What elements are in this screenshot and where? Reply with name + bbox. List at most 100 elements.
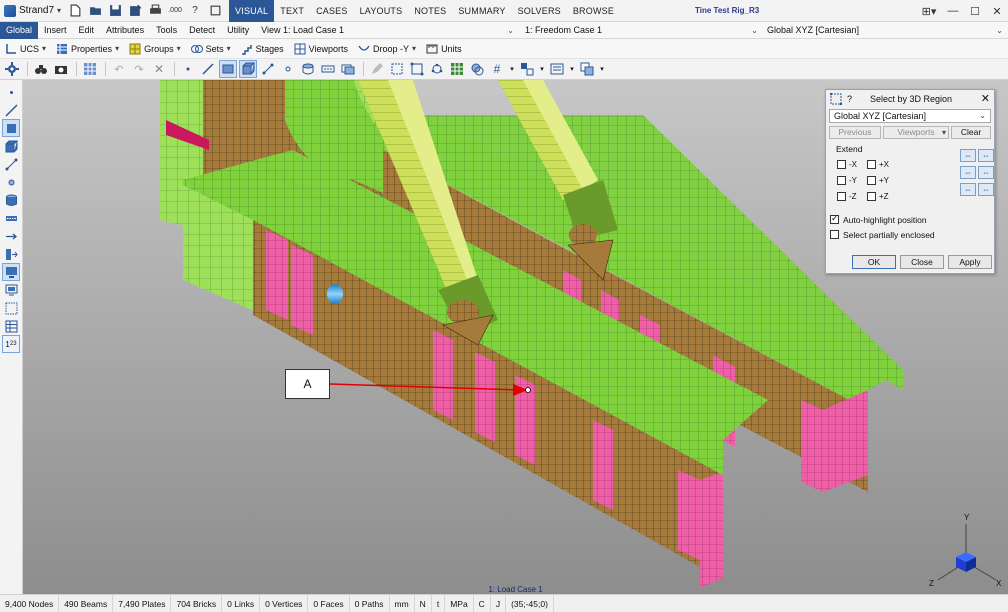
table-tool-icon[interactable] (2, 317, 20, 335)
freedom-case-select[interactable]: 1: Freedom Case 1 ⌄ (525, 22, 762, 39)
arrange-icon[interactable] (518, 60, 536, 78)
chevron-down-icon[interactable]: ▾ (508, 60, 516, 78)
unit-energy[interactable]: J (491, 594, 507, 612)
properties-button[interactable]: Properties ▾ (51, 39, 124, 59)
extend-plus-x[interactable]: +X (867, 160, 889, 169)
shrink-x-icon[interactable]: ⇔ (960, 149, 976, 162)
camera-icon[interactable] (52, 60, 70, 78)
chevron-down-icon[interactable]: ▾ (568, 60, 576, 78)
extend-minus-y[interactable]: -Y (837, 176, 857, 185)
path-tool-icon[interactable] (2, 209, 20, 227)
clear-button[interactable]: Clear (951, 126, 991, 139)
copy-icon[interactable] (578, 60, 596, 78)
shrink-y-icon[interactable]: ⇔ (960, 166, 976, 179)
close-button[interactable]: Close (900, 255, 944, 269)
menu-tab-layouts[interactable]: LAYOUTS (354, 0, 409, 22)
menu-tab-solvers[interactable]: SOLVERS (512, 0, 567, 22)
unit-mass[interactable]: t (432, 594, 446, 612)
menu-tab-notes[interactable]: NOTES (408, 0, 452, 22)
units-button[interactable]: Units (421, 39, 467, 59)
extend-plus-y[interactable]: +Y (867, 176, 889, 185)
chevron-down-icon[interactable]: ▾ (538, 60, 546, 78)
minimize-icon[interactable]: — (942, 0, 964, 22)
vertex-tool-icon[interactable] (2, 173, 20, 191)
path-icon[interactable] (319, 60, 337, 78)
binoculars-icon[interactable] (32, 60, 50, 78)
undo-icon[interactable]: ↶ (110, 60, 128, 78)
shrink-z-icon[interactable]: ⇔ (960, 183, 976, 196)
layout-options-icon[interactable]: ⊞▾ (916, 0, 942, 22)
coord-system-select[interactable]: Global XYZ [Cartesian] ⌄ (829, 109, 991, 123)
numbering-icon[interactable]: 123 (2, 335, 20, 353)
tab-utility[interactable]: Utility (221, 22, 255, 39)
extend-plus-z[interactable]: +Z (867, 192, 889, 201)
grow-y-icon[interactable]: ⇔ (978, 166, 994, 179)
delete-x-icon[interactable]: ✕ (150, 60, 168, 78)
face-tool-icon[interactable] (2, 191, 20, 209)
link-tool-icon[interactable] (2, 155, 20, 173)
settings-gear-icon[interactable] (3, 60, 21, 78)
unit-temperature[interactable]: C (474, 594, 491, 612)
unit-length[interactable]: mm (390, 594, 415, 612)
pencil-icon[interactable] (368, 60, 386, 78)
layers-icon[interactable] (339, 60, 357, 78)
viewports-dropdown-button[interactable]: Viewports ▾ (883, 126, 949, 139)
dialog-title-bar[interactable]: ? Select by 3D Region ✕ (826, 90, 994, 108)
viewports-button[interactable]: Viewports (289, 39, 353, 59)
arrow-connect-icon[interactable] (2, 227, 20, 245)
link-icon[interactable] (259, 60, 277, 78)
beam-line-icon[interactable] (199, 60, 217, 78)
close-icon[interactable]: ✕ (986, 0, 1008, 22)
brick-tool-icon[interactable] (2, 137, 20, 155)
grid-tool-icon[interactable] (2, 299, 20, 317)
mesh-grid-icon[interactable] (448, 60, 466, 78)
save-as-icon[interactable] (127, 3, 143, 19)
display-options-icon[interactable] (2, 281, 20, 299)
tab-insert[interactable]: Insert (38, 22, 73, 39)
plate-select-icon[interactable] (219, 60, 237, 78)
menu-tab-visual[interactable]: VISUAL (229, 0, 275, 22)
app-menu-button[interactable]: Strand7 ▾ (0, 0, 65, 22)
maximize-icon[interactable]: ☐ (964, 0, 986, 22)
select-partial-option[interactable]: Select partially enclosed (830, 227, 990, 242)
list-icon[interactable] (548, 60, 566, 78)
print-icon[interactable] (147, 3, 163, 19)
droop-button[interactable]: Droop -Y ▾ (353, 39, 421, 59)
menu-tab-text[interactable]: TEXT (274, 0, 310, 22)
number-format-icon[interactable]: .000 (167, 3, 183, 19)
hash-icon[interactable]: # (488, 60, 506, 78)
groups-button[interactable]: Groups ▾ (124, 39, 186, 59)
sets-button[interactable]: Sets ▾ (186, 39, 236, 59)
select-region-icon[interactable] (408, 60, 426, 78)
open-folder-icon[interactable] (87, 3, 103, 19)
beam-tool-icon[interactable] (2, 101, 20, 119)
bounding-box-icon[interactable] (388, 60, 406, 78)
redo-icon[interactable]: ↷ (130, 60, 148, 78)
node-tool-icon[interactable] (2, 83, 20, 101)
geometry-face-icon[interactable] (299, 60, 317, 78)
menu-tab-browse[interactable]: BROWSE (567, 0, 620, 22)
plate-tool-icon[interactable] (2, 119, 20, 137)
menu-tab-summary[interactable]: SUMMARY (452, 0, 511, 22)
menu-tab-cases[interactable]: CASES (310, 0, 354, 22)
network-icon[interactable] (428, 60, 446, 78)
help-icon[interactable]: ? (187, 3, 203, 19)
chevron-down-icon[interactable]: ▾ (598, 60, 606, 78)
tools-icon[interactable] (207, 3, 223, 19)
dialog-help-icon[interactable]: ? (847, 94, 852, 104)
tab-global[interactable]: Global (0, 21, 39, 39)
group-objects-icon[interactable] (468, 60, 486, 78)
extend-minus-x[interactable]: -X (837, 160, 857, 169)
tab-edit[interactable]: Edit (73, 22, 101, 39)
stages-button[interactable]: Stages (236, 39, 289, 59)
node-point-icon[interactable] (179, 60, 197, 78)
save-icon[interactable] (107, 3, 123, 19)
unit-stress[interactable]: MPa (445, 594, 474, 612)
ok-button[interactable]: OK (852, 255, 896, 269)
vertex-icon[interactable] (279, 60, 297, 78)
grow-z-icon[interactable]: ⇔ (978, 183, 994, 196)
tab-tools[interactable]: Tools (150, 22, 183, 39)
previous-button[interactable]: Previous (829, 126, 881, 139)
brick-select-icon[interactable] (239, 60, 257, 78)
tab-view[interactable]: View (255, 22, 286, 39)
